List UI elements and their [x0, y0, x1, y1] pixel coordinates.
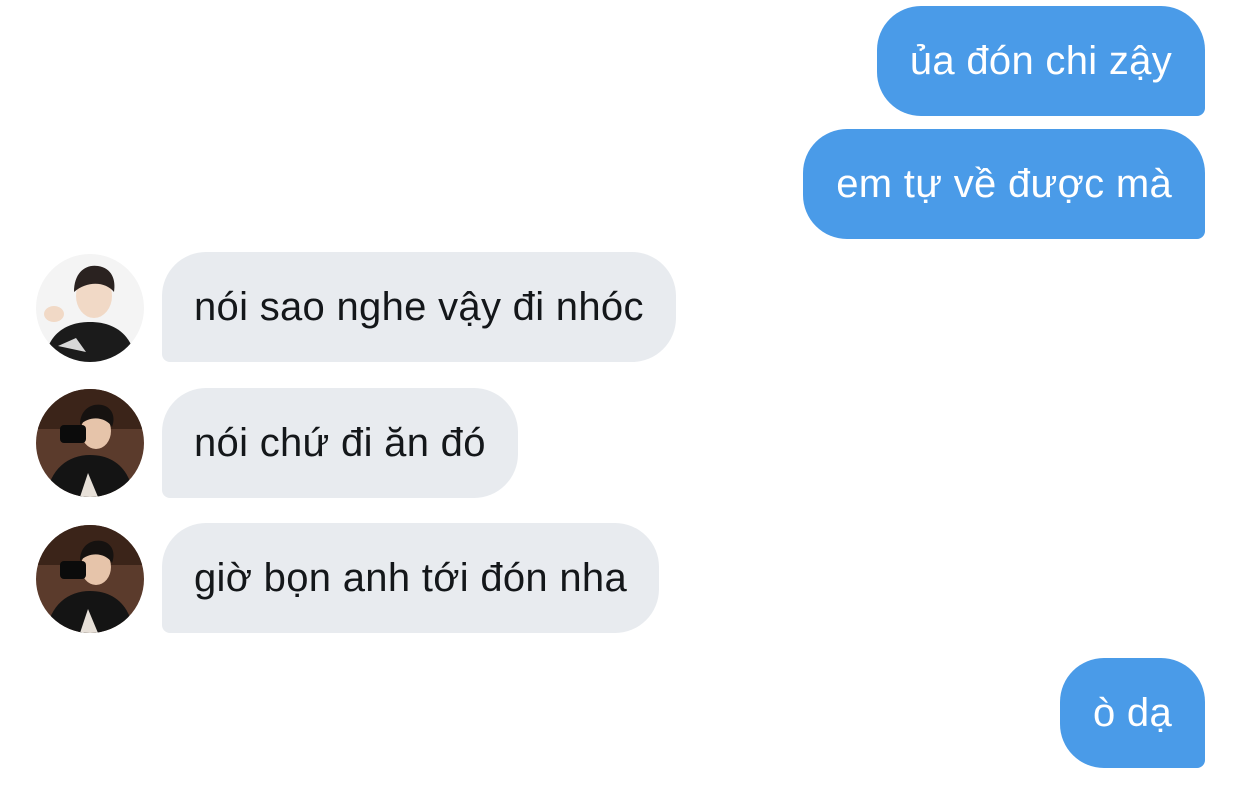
person-avatar-icon[interactable] — [36, 254, 144, 362]
received-message-bubble[interactable]: nói chứ đi ăn đó — [162, 388, 518, 498]
person-avatar-icon[interactable] — [36, 525, 144, 633]
message-text: em tự về được mà — [836, 161, 1172, 206]
message-text: nói chứ đi ăn đó — [194, 420, 486, 465]
message-text: ò dạ — [1092, 690, 1172, 735]
sent-message-bubble[interactable]: em tự về được mà — [803, 129, 1205, 239]
person-avatar-icon[interactable] — [36, 389, 144, 497]
message-text: giờ bọn anh tới đón nha — [194, 555, 628, 600]
message-text: nói sao nghe vậy đi nhóc — [194, 284, 644, 329]
received-message-bubble[interactable]: giờ bọn anh tới đón nha — [162, 523, 660, 633]
received-message-bubble[interactable]: nói sao nghe vậy đi nhóc — [162, 252, 676, 362]
sent-message-bubble[interactable]: ủa đón chi zậy — [876, 6, 1205, 116]
message-text: ủa đón chi zậy — [909, 38, 1172, 83]
sent-message-bubble[interactable]: ò dạ — [1059, 658, 1205, 768]
